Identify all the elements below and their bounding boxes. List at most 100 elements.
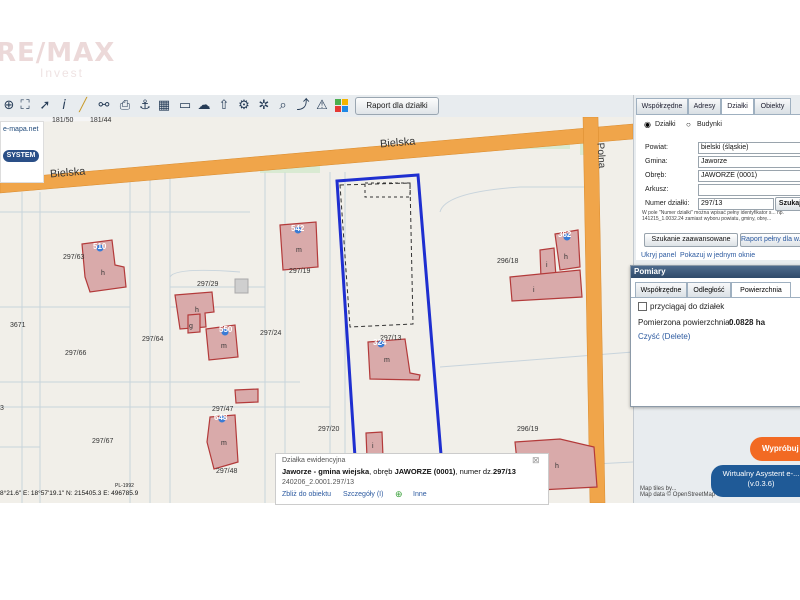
parcel-label: 296/19	[517, 426, 539, 433]
tab-measure-distance[interactable]: Odległość	[687, 282, 731, 298]
parcel-label: 3671	[10, 322, 26, 329]
layers-icon[interactable]: ▦	[155, 97, 173, 115]
radio-buildings-label: Budynki	[697, 121, 722, 128]
link-icon[interactable]: ⚯	[95, 97, 113, 115]
tab-measure-area[interactable]: Powierzchnia	[731, 282, 791, 298]
measurements-title[interactable]: Pomiary	[631, 266, 800, 278]
building-type-label: m	[384, 357, 390, 364]
measurements-window: Pomiary Współrzędne Odległość Powierzchn…	[630, 265, 800, 407]
va-version: (v.0.3.6)	[747, 479, 775, 488]
parcel-report-button[interactable]: Raport dla działki	[355, 97, 439, 115]
building-type-label: i	[533, 287, 535, 294]
gear-icon[interactable]: ✲	[255, 97, 273, 115]
upload-icon[interactable]: ⇧	[215, 97, 233, 115]
building-type-label: m	[221, 440, 227, 447]
parcel-label: 297/66	[65, 350, 87, 357]
full-report-button[interactable]: Raport pełny dla w...	[740, 233, 800, 247]
legend-icon[interactable]	[333, 97, 351, 115]
settings-icon[interactable]: ⚙	[235, 97, 253, 115]
parcel-label: 297/64	[142, 336, 164, 343]
gmina-select[interactable]: Jaworze	[698, 156, 800, 168]
search-button[interactable]: Szukaj	[775, 197, 800, 211]
more-link[interactable]: Inne	[413, 491, 427, 498]
radio-buildings-icon[interactable]: ○	[686, 120, 691, 129]
close-icon[interactable]: ⊠	[532, 455, 540, 466]
area-value: 0.0828 ha	[729, 318, 766, 327]
comment-icon[interactable]: ▭	[176, 97, 194, 115]
building-number: 648	[214, 413, 228, 422]
parcel-label: 181/44	[90, 117, 112, 124]
obreb-select[interactable]: JAWORZE (0001)	[698, 170, 800, 182]
area-label: Pomierzona powierzchnia:	[638, 318, 732, 327]
building-number: 542	[291, 224, 305, 233]
building-type-label: h	[555, 463, 559, 470]
esystem-logo[interactable]: e-mapa.net SYSTEM	[0, 121, 44, 183]
parcel-label: 297/63	[63, 254, 85, 261]
popup-parcel-id: 240206_2.0001.297/13	[282, 479, 355, 486]
popup-description: Jaworze - gmina wiejska, obręb JAWORZE (…	[282, 467, 516, 476]
parcel-label: 297/67	[92, 438, 114, 445]
snap-checkbox[interactable]	[638, 302, 647, 311]
tab-objects[interactable]: Obiekty	[754, 98, 791, 114]
building-number: 324	[373, 338, 387, 347]
zoom-to-object-link[interactable]: Zbliż do obiektu	[282, 491, 331, 498]
select-icon[interactable]: ➚	[36, 97, 54, 115]
watermark-sub: Invest	[40, 66, 85, 80]
share-icon[interactable]: ⤴	[294, 97, 312, 115]
coordinates-readout: 8°21.6" E: 18°57'19.1" N: 215405.3 E: 49…	[0, 490, 139, 497]
popup-title: Działka ewidencyjna	[282, 457, 346, 464]
clear-link[interactable]: Czyść (Delete)	[638, 332, 690, 341]
map-graphics	[0, 117, 633, 503]
parcel-info-popup: Działka ewidencyjna ⊠ Jaworze - gmina wi…	[275, 453, 549, 505]
parcel-label: 181/50	[52, 117, 74, 124]
tab-addresses[interactable]: Adresy	[688, 98, 721, 114]
street-label-polna: Polna	[594, 142, 608, 169]
virtual-assistant-button[interactable]: Wirtualny Asystent e-... (v.0.3.6)	[711, 465, 800, 497]
arkusz-label: Arkusz:	[645, 186, 669, 193]
building-type-label: h	[564, 254, 568, 261]
fullscreen-icon[interactable]: ⛶	[16, 97, 34, 115]
building-type-label: m	[296, 247, 302, 254]
building-type-label: g	[189, 323, 193, 330]
gmina-label: Gmina:	[645, 158, 668, 165]
parcel-label: 297/20	[318, 426, 340, 433]
building-number: 362	[558, 230, 572, 239]
single-window-link[interactable]: Pokazuj w jednym oknie	[680, 252, 755, 259]
building-type-label: i	[546, 262, 548, 269]
radio-parcels-icon[interactable]: ◉	[644, 120, 651, 129]
building-type-label: h	[195, 307, 199, 314]
map-canvas[interactable]: Bielska Bielska Polna 181/50 181/44 297/…	[0, 117, 633, 503]
advanced-search-button[interactable]: Szukanie zaawansowane	[644, 233, 738, 247]
parcel-label: 3	[0, 405, 4, 412]
obreb-label: Obręb:	[645, 172, 667, 179]
parcel-number-input[interactable]: 297/13	[698, 198, 774, 210]
logo-brand: SYSTEM	[3, 150, 39, 162]
crs-label: PL-1992	[115, 483, 134, 489]
tab-coordinates[interactable]: Współrzędne	[636, 98, 688, 114]
snap-label: przyciągaj do działek	[650, 302, 725, 311]
details-link[interactable]: Szczegóły (I)	[343, 491, 383, 498]
hide-panel-link[interactable]: Ukryj panel	[641, 252, 676, 259]
warning-icon[interactable]: ⚠	[313, 97, 331, 115]
print-icon[interactable]: ⎙	[116, 97, 134, 115]
parcel-label: 297/47	[212, 406, 234, 413]
search-icon[interactable]: ⌕	[274, 97, 292, 115]
radio-parcels-label: Działki	[655, 121, 676, 128]
parcel-label: 296/18	[497, 258, 519, 265]
powiat-select[interactable]: bielski (śląskie)	[698, 142, 800, 154]
tab-parcels[interactable]: Działki	[721, 98, 754, 115]
powiat-label: Powiat:	[645, 144, 668, 151]
map-toolbar: ⊕ ⛶ ➚ i ╱ ⚯ ⎙ ⚓ ▦ ▭ ☁ ⇧ ⚙ ✲ ⌕ ⤴ ⚠ Raport…	[0, 95, 633, 118]
arkusz-select[interactable]	[698, 184, 800, 196]
parcel-label: 297/48	[216, 468, 238, 475]
info-icon[interactable]: i	[55, 97, 73, 115]
parcel-label: 297/29	[197, 281, 219, 288]
plus-icon[interactable]: ⊕	[395, 489, 403, 500]
measure-icon[interactable]: ╱	[74, 97, 92, 115]
cloud-icon[interactable]: ☁	[195, 97, 213, 115]
anchor-icon[interactable]: ⚓	[136, 97, 154, 115]
tab-measure-coordinates[interactable]: Współrzędne	[635, 282, 687, 298]
try-button[interactable]: Wypróbuj	[750, 437, 800, 461]
building-type-label: h	[101, 270, 105, 277]
parcel-number-label: Numer działki:	[645, 200, 690, 207]
